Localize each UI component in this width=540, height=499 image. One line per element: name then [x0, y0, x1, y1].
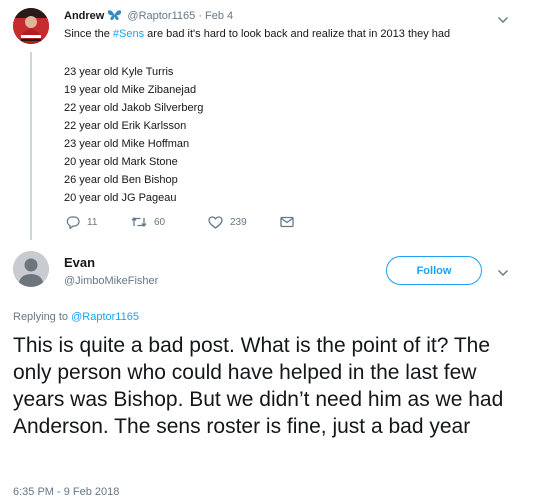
chevron-down-icon[interactable]	[497, 264, 509, 282]
reply-button[interactable]: 11	[66, 214, 97, 230]
list-item: 19 year old Mike Zibanejad	[64, 84, 197, 96]
list-item: 22 year old Jakob Silverberg	[64, 102, 204, 114]
parent-tweet: Andrew @Raptor1165 · Feb 4 Since the #Se…	[0, 0, 540, 240]
retweet-icon	[131, 216, 154, 228]
author-handle[interactable]: @Raptor1165	[127, 10, 195, 22]
list-item: 26 year old Ben Bishop	[64, 174, 178, 186]
list-item: 20 year old Mark Stone	[64, 156, 178, 168]
author-name[interactable]: Andrew	[64, 10, 104, 22]
list-item: 23 year old Kyle Turris	[64, 66, 174, 78]
list-item: 20 year old JG Pageau	[64, 192, 177, 204]
author-handle[interactable]: @JimboMikeFisher	[64, 274, 158, 288]
reply-count: 11	[87, 216, 98, 228]
separator-dot: ·	[198, 10, 202, 22]
user-avatar[interactable]	[13, 8, 49, 44]
tweet-header: Andrew @Raptor1165 · Feb 4	[64, 9, 233, 25]
thread-line	[30, 52, 32, 240]
like-count: 239	[230, 216, 247, 228]
butterfly-icon	[107, 9, 122, 25]
tweet-text: This is quite a bad post. What is the po…	[13, 334, 504, 438]
reply-icon	[66, 215, 87, 229]
list-item: 23 year old Mike Hoffman	[64, 138, 190, 150]
direct-message-button[interactable]	[280, 214, 301, 230]
tweet-actions: 11 60 239	[64, 214, 304, 230]
tweet-text-after: are bad it's hard to look back and reali…	[144, 28, 451, 40]
retweet-count: 60	[154, 216, 166, 228]
tweet-timestamp[interactable]: 6:35 PM - 9 Feb 2018	[13, 485, 119, 499]
follow-button[interactable]: Follow	[386, 256, 482, 285]
direct-message-icon	[280, 216, 301, 228]
author-name[interactable]: Evan	[64, 255, 95, 271]
mention-link[interactable]: @Raptor1165	[71, 311, 139, 323]
default-avatar-icon[interactable]	[13, 251, 49, 287]
tweet-date[interactable]: Feb 4	[205, 10, 233, 22]
player-list: 23 year old Kyle Turris 19 year old Mike…	[64, 63, 203, 207]
tweet-text-before: Since the	[64, 28, 113, 40]
like-button[interactable]: 239	[208, 214, 247, 230]
replying-to: Replying to @Raptor1165	[13, 310, 139, 324]
like-icon	[208, 215, 230, 229]
replying-prefix: Replying to	[13, 311, 72, 323]
hashtag-link[interactable]: #Sens	[113, 28, 144, 40]
chevron-down-icon[interactable]	[497, 11, 509, 29]
retweet-button[interactable]: 60	[131, 214, 165, 230]
tweet-text: Since the #Sens are bad it's hard to loo…	[64, 27, 450, 41]
list-item: 22 year old Erik Karlsson	[64, 120, 187, 132]
